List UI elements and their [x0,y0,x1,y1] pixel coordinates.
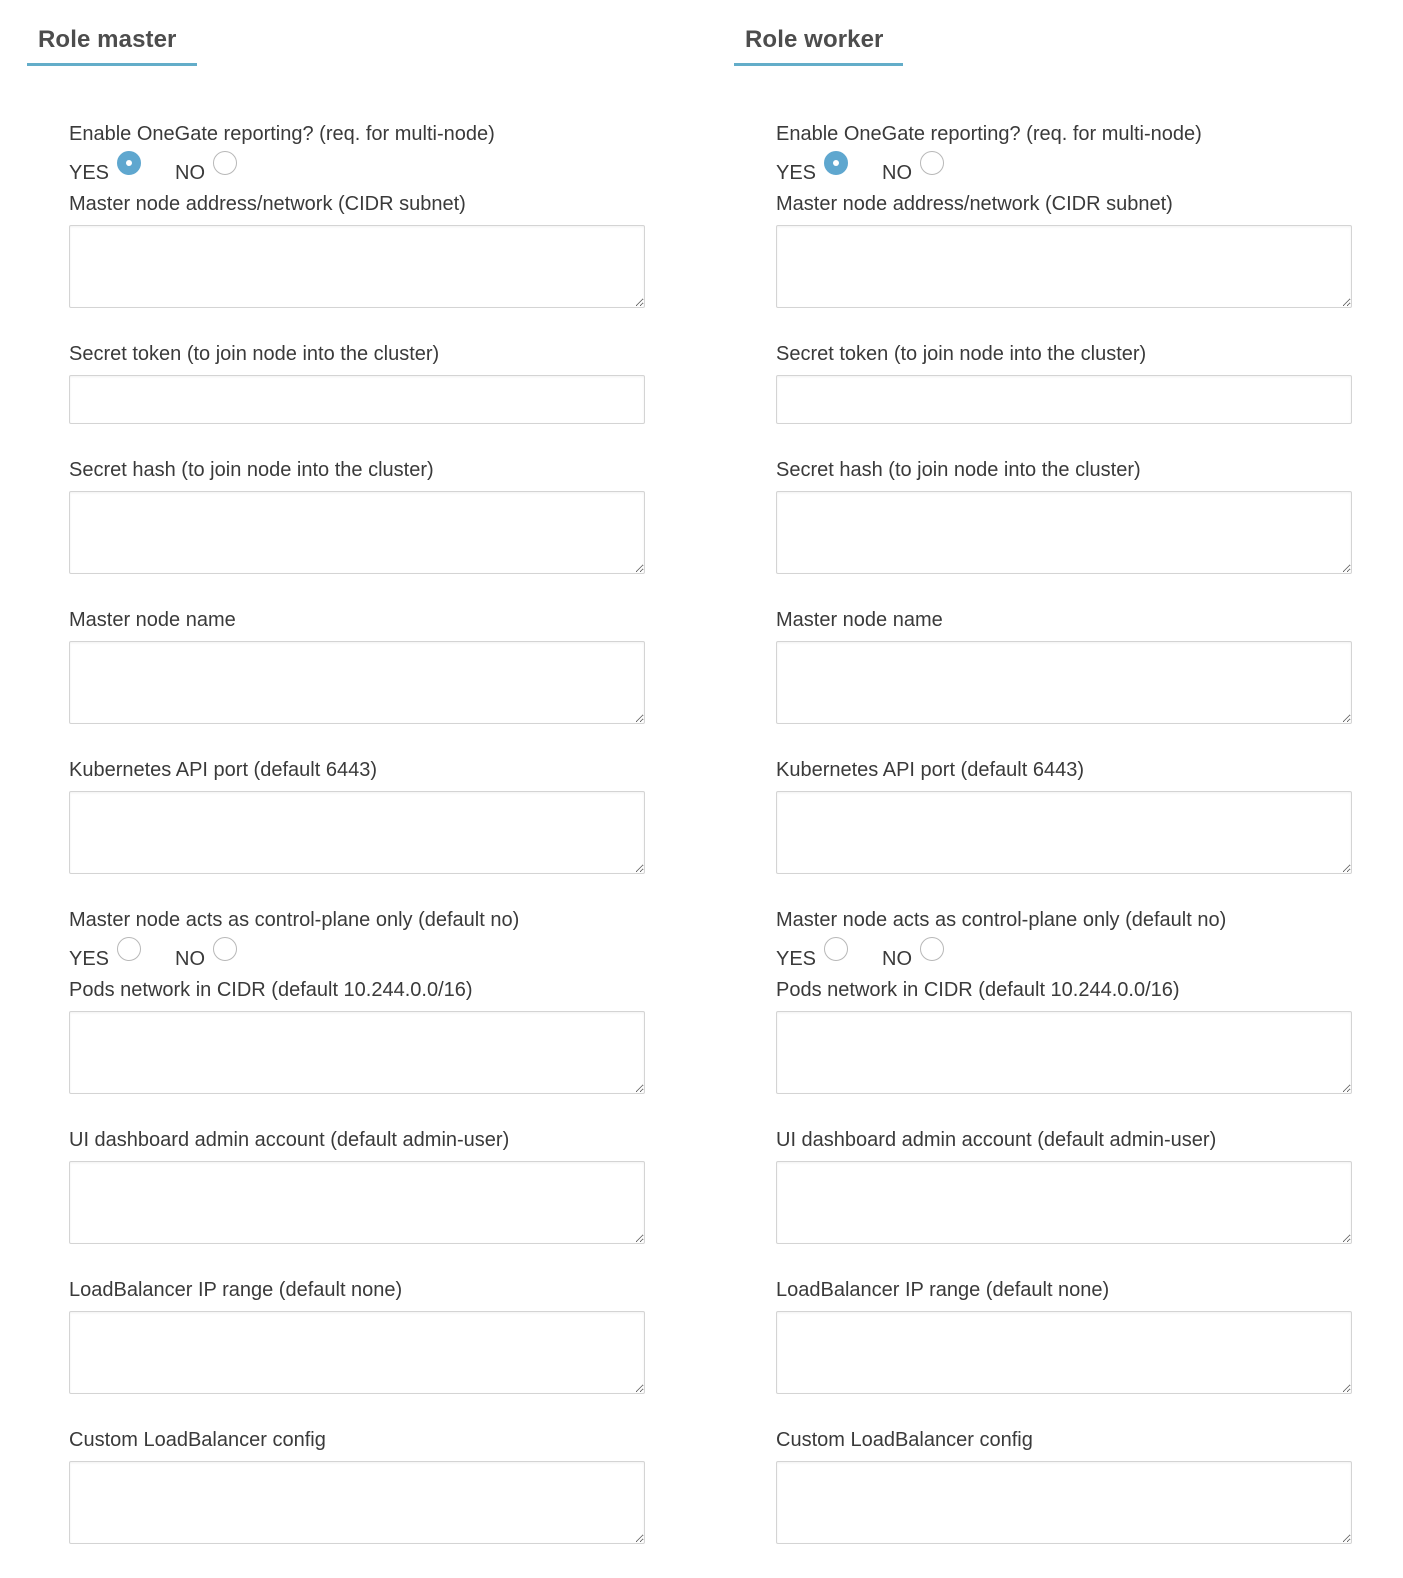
secret-token-input[interactable] [776,375,1352,424]
onegate-yes-option[interactable]: YES [69,151,142,184]
master-address-label: Master node address/network (CIDR subnet… [69,193,466,215]
dashboard-admin-label: UI dashboard admin account (default admi… [776,1129,1217,1151]
onegate-yes-label: YES [776,162,817,184]
secret-hash-textarea[interactable] [69,491,645,574]
control-plane-no-option[interactable]: NO [882,937,945,970]
onegate-yes-radio[interactable] [117,151,142,175]
control-plane-yes-option[interactable]: YES [776,937,849,970]
master-node-name-label: Master node name [776,609,943,631]
control-plane-radio-group: YES NO [69,932,645,974]
dashboard-admin-textarea[interactable] [776,1161,1352,1244]
role-master-fields: Enable OneGate reporting? (req. for mult… [69,122,645,1544]
control-plane-label: Master node acts as control-plane only (… [69,909,520,931]
onegate-yes-label: YES [69,162,110,184]
onegate-no-radio[interactable] [213,151,238,175]
api-port-label: Kubernetes API port (default 6443) [776,759,1084,781]
secret-hash-label: Secret hash (to join node into the clust… [776,459,1141,481]
custom-lb-textarea[interactable] [776,1461,1352,1544]
secret-hash-label: Secret hash (to join node into the clust… [69,459,434,481]
pods-network-textarea[interactable] [776,1011,1352,1094]
onegate-yes-radio[interactable] [824,151,849,175]
master-node-name-textarea[interactable] [776,641,1352,724]
secret-token-label: Secret token (to join node into the clus… [776,343,1147,365]
control-plane-label: Master node acts as control-plane only (… [776,909,1227,931]
control-plane-yes-radio[interactable] [117,937,142,961]
onegate-no-label: NO [175,162,206,184]
dashboard-admin-textarea[interactable] [69,1161,645,1244]
control-plane-radio-group: YES NO [776,932,1352,974]
onegate-no-label: NO [882,162,913,184]
pods-network-label: Pods network in CIDR (default 10.244.0.0… [69,979,473,1001]
control-plane-no-option[interactable]: NO [175,937,238,970]
control-plane-yes-label: YES [776,948,817,970]
role-worker-column: Role worker Enable OneGate reporting? (r… [734,0,1354,1578]
onegate-radio-group: YES NO [776,146,1352,188]
onegate-yes-option[interactable]: YES [776,151,849,184]
api-port-label: Kubernetes API port (default 6443) [69,759,377,781]
control-plane-yes-option[interactable]: YES [69,937,142,970]
dashboard-admin-label: UI dashboard admin account (default admi… [69,1129,510,1151]
master-node-name-textarea[interactable] [69,641,645,724]
secret-token-input[interactable] [69,375,645,424]
custom-lb-label: Custom LoadBalancer config [69,1429,326,1451]
lb-ip-range-textarea[interactable] [776,1311,1352,1394]
control-plane-no-radio[interactable] [920,937,945,961]
secret-token-label: Secret token (to join node into the clus… [69,343,440,365]
custom-lb-label: Custom LoadBalancer config [776,1429,1033,1451]
control-plane-no-label: NO [882,948,913,970]
lb-ip-range-textarea[interactable] [69,1311,645,1394]
pods-network-label: Pods network in CIDR (default 10.244.0.0… [776,979,1180,1001]
lb-ip-range-label: LoadBalancer IP range (default none) [776,1279,1110,1301]
control-plane-no-label: NO [175,948,206,970]
control-plane-yes-label: YES [69,948,110,970]
onegate-no-option[interactable]: NO [175,151,238,184]
onegate-label: Enable OneGate reporting? (req. for mult… [69,123,495,145]
role-worker-fields: Enable OneGate reporting? (req. for mult… [776,122,1352,1544]
role-master-column: Role master Enable OneGate reporting? (r… [27,0,647,1578]
api-port-textarea[interactable] [69,791,645,874]
onegate-label: Enable OneGate reporting? (req. for mult… [776,123,1202,145]
control-plane-yes-radio[interactable] [824,937,849,961]
onegate-no-radio[interactable] [920,151,945,175]
master-address-textarea[interactable] [69,225,645,308]
onegate-no-option[interactable]: NO [882,151,945,184]
role-worker-title: Role worker [734,26,904,66]
master-address-textarea[interactable] [776,225,1352,308]
master-address-label: Master node address/network (CIDR subnet… [776,193,1173,215]
role-master-title: Role master [27,26,197,66]
onegate-radio-group: YES NO [69,146,645,188]
lb-ip-range-label: LoadBalancer IP range (default none) [69,1279,403,1301]
pods-network-textarea[interactable] [69,1011,645,1094]
control-plane-no-radio[interactable] [213,937,238,961]
custom-lb-textarea[interactable] [69,1461,645,1544]
api-port-textarea[interactable] [776,791,1352,874]
secret-hash-textarea[interactable] [776,491,1352,574]
master-node-name-label: Master node name [69,609,236,631]
